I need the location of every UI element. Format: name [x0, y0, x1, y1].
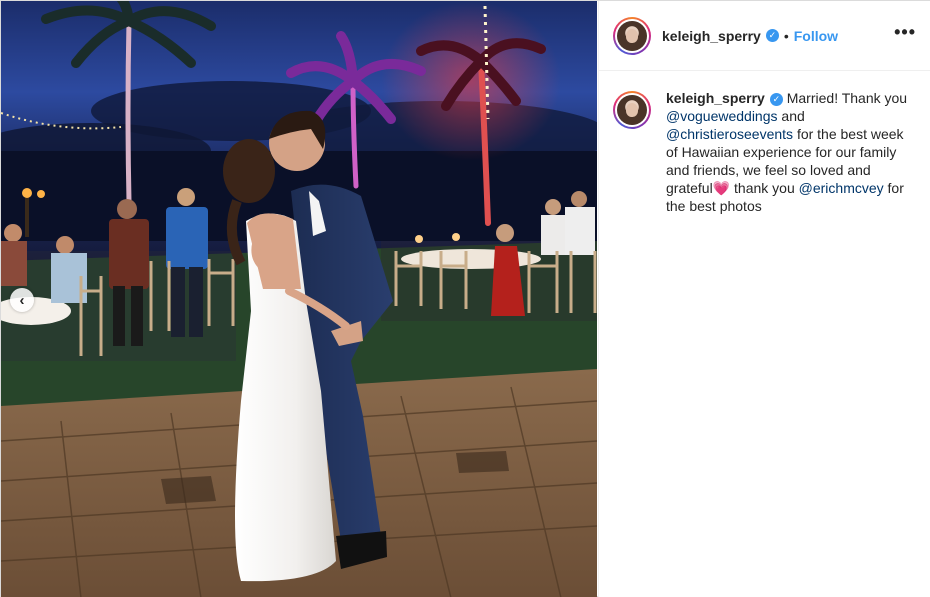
- caption-text-4: thank you: [734, 180, 795, 196]
- instagram-post: ‹ keleigh_sperry ✓ • Follow ••• keleigh_…: [0, 0, 930, 597]
- follow-button[interactable]: Follow: [794, 28, 838, 44]
- caption-avatar[interactable]: [613, 91, 651, 129]
- caption-block: keleigh_sperry ✓ Married! Thank you @vogu…: [599, 71, 930, 215]
- mention-christieroseevents[interactable]: @christieroseevents: [666, 126, 793, 142]
- post-sidebar: keleigh_sperry ✓ • Follow ••• keleigh_sp…: [598, 1, 930, 597]
- wedding-dance-illustration: [1, 1, 597, 597]
- mention-erichmcvey[interactable]: @erichmcvey: [799, 180, 884, 196]
- mention-vogueweddings[interactable]: @vogueweddings: [666, 108, 778, 124]
- more-options-icon[interactable]: •••: [894, 23, 916, 45]
- caption-text: keleigh_sperry ✓ Married! Thank you @vogu…: [666, 89, 916, 215]
- caption-username[interactable]: keleigh_sperry: [666, 90, 765, 106]
- avatar-frame: [615, 18, 649, 53]
- avatar-image: [617, 95, 647, 125]
- chevron-left-icon: ‹: [19, 291, 25, 309]
- separator-dot: •: [783, 27, 789, 44]
- carousel-prev-button[interactable]: ‹: [10, 288, 34, 312]
- avatar-image: [617, 20, 647, 51]
- author-username[interactable]: keleigh_sperry: [662, 28, 761, 44]
- verified-badge-icon: ✓: [769, 92, 783, 106]
- heart-emoji-icon: 💗: [712, 180, 731, 196]
- post-header: keleigh_sperry ✓ • Follow •••: [599, 1, 930, 71]
- caption-text-1: Married! Thank you: [786, 90, 908, 106]
- verified-badge-icon: ✓: [765, 29, 779, 42]
- post-photo[interactable]: ‹: [1, 1, 597, 597]
- caption-text-2: and: [781, 108, 805, 124]
- avatar-frame: [615, 93, 649, 127]
- profile-avatar[interactable]: [613, 16, 651, 55]
